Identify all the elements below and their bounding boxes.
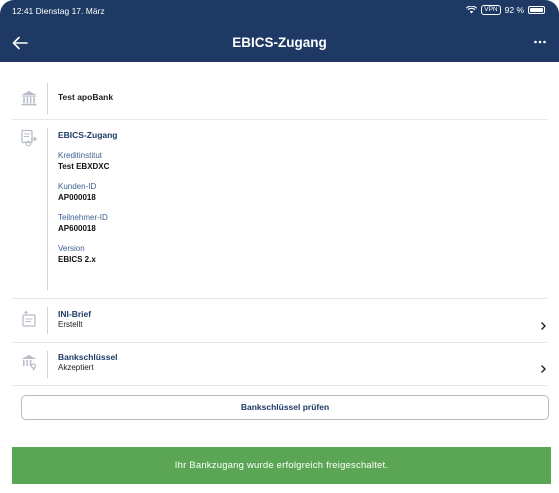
ini-brief-status: Erstellt	[58, 320, 83, 329]
bankschluessel-text: Bankschlüssel Akzeptiert	[58, 352, 118, 372]
check-bank-key-button[interactable]: Bankschlüssel prüfen	[21, 395, 549, 420]
status-time: 12:41	[12, 6, 34, 16]
bank-key-icon	[21, 355, 37, 371]
field-label: Version	[58, 244, 85, 253]
arrow-left-icon[interactable]	[10, 34, 30, 52]
app-window: 12:41 Dienstag 17. März VPN 92 % EBICS-Z…	[0, 0, 559, 493]
row-separator-bar	[47, 351, 48, 378]
field-version: Version EBICS 2.x	[58, 244, 118, 264]
divider	[12, 385, 547, 386]
letter-icon	[22, 310, 36, 327]
status-time-date: 12:41 Dienstag 17. März	[12, 6, 105, 16]
ini-brief-title: INI-Brief	[58, 309, 92, 319]
bankschluessel-title: Bankschlüssel	[58, 352, 118, 362]
field-label: Kunden-ID	[58, 182, 97, 191]
wifi-icon	[466, 6, 478, 14]
bankschluessel-row[interactable]: Bankschlüssel Akzeptiert	[0, 343, 559, 385]
ebics-section: EBICS-Zugang Kreditinstitut Test EBXDXC …	[0, 120, 559, 298]
bank-row: Test apoBank	[0, 77, 559, 119]
field-label: Teilnehmer-ID	[58, 213, 108, 222]
field-value: Test EBXDXC	[58, 162, 110, 171]
ebics-access-icon	[21, 129, 38, 147]
battery-percent: 92 %	[504, 5, 524, 15]
battery-icon	[528, 6, 545, 14]
field-kunden-id: Kunden-ID AP000018	[58, 182, 118, 202]
chevron-right-icon	[541, 365, 546, 373]
field-value: AP600018	[58, 224, 96, 233]
ini-brief-row[interactable]: INI-Brief Erstellt	[0, 299, 559, 342]
vpn-badge: VPN	[481, 5, 501, 15]
status-indicators: VPN 92 %	[466, 5, 545, 15]
field-kreditinstitut: Kreditinstitut Test EBXDXC	[58, 151, 118, 171]
page-title: EBICS-Zugang	[232, 35, 327, 50]
row-separator-bar	[47, 307, 48, 334]
content-area: Test apoBank EBICS-Zugang Kreditinstitut…	[0, 62, 559, 482]
ellipsis-icon[interactable]	[533, 36, 547, 48]
field-value: EBICS 2.x	[58, 255, 96, 264]
bankschluessel-status: Akzeptiert	[58, 363, 94, 372]
top-bar: 12:41 Dienstag 17. März VPN 92 % EBICS-Z…	[0, 0, 559, 62]
success-toast: Ihr Bankzugang wurde erfolgreich freiges…	[12, 447, 551, 484]
row-separator-bar	[47, 83, 48, 114]
field-label: Kreditinstitut	[58, 151, 103, 160]
field-value: AP000018	[58, 193, 96, 202]
status-date: Dienstag 17. März	[35, 6, 105, 16]
field-teilnehmer-id: Teilnehmer-ID AP600018	[58, 213, 118, 233]
ebics-details: EBICS-Zugang Kreditinstitut Test EBXDXC …	[58, 130, 118, 264]
bank-icon	[21, 91, 37, 106]
bank-name: Test apoBank	[58, 92, 114, 102]
ini-brief-text: INI-Brief Erstellt	[58, 309, 91, 329]
chevron-right-icon	[541, 322, 546, 330]
section-title: EBICS-Zugang	[58, 130, 118, 140]
row-separator-bar	[47, 128, 48, 290]
